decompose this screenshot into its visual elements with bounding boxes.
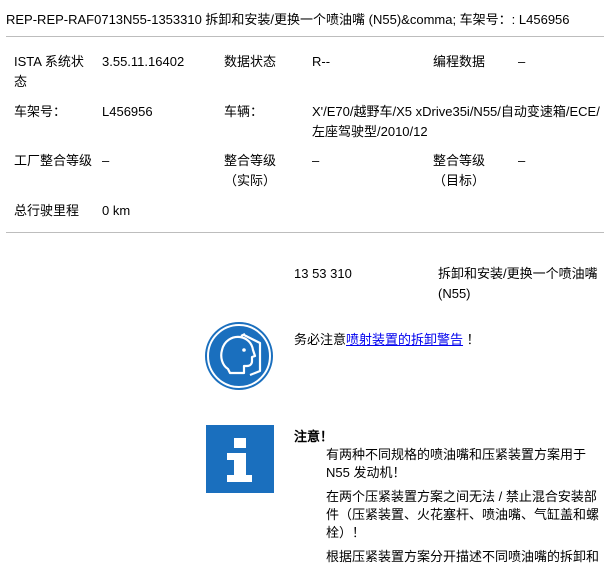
ista-label: ISTA 系统状态 — [14, 54, 84, 89]
face-shield-icon — [204, 321, 274, 391]
target-level-value: – — [518, 153, 526, 168]
actual-level-label: 整合等级（实际） — [224, 153, 277, 188]
ista-value: 3.55.11.16402 — [102, 54, 185, 69]
note-paragraph-2: 在两个压紧装置方案之间无法 / 禁止混合安装部件（压紧装置、火花塞杆、喷油嘴、气… — [326, 489, 600, 540]
note-paragraph-3: 根据压紧装置方案分开描述不同喷油嘴的拆卸和安装。 — [326, 549, 600, 564]
note-title: 注意！ — [294, 429, 334, 444]
header-divider — [6, 36, 604, 37]
factory-level-label: 工厂整合等级 — [14, 153, 93, 168]
vehicle-label: 车辆： — [224, 104, 264, 119]
document-title: REP-REP-RAF0713N55-1353310 拆卸和安装/更换一个喷油嘴… — [6, 12, 570, 27]
mileage-label: 总行驶里程 — [14, 203, 80, 218]
target-level-label: 整合等级（目标） — [433, 153, 486, 188]
note-paragraph-1: 有两种不同规格的喷油嘴和压紧装置方案用于 N55 发动机！ — [326, 447, 587, 480]
warning-suffix: ！ — [466, 332, 480, 347]
vin-value: L456956 — [102, 104, 153, 119]
factory-level-value: – — [102, 153, 110, 168]
document-number: 13 53 310 — [294, 266, 352, 281]
vehicle-value: X'/E70/越野车/X5 xDrive35i/N55/自动变速箱/ECE/左座… — [312, 104, 600, 139]
programming-data-label: 编程数据 — [433, 54, 486, 69]
info-icon — [206, 425, 274, 493]
info-divider — [6, 232, 604, 233]
warning-prefix: 务必注意 — [294, 332, 347, 347]
actual-level-value: – — [312, 153, 320, 168]
programming-data-value: – — [518, 54, 526, 69]
document-heading-text: 拆卸和安装/更换一个喷油嘴 (N55) — [438, 266, 598, 301]
vin-label: 车架号： — [14, 104, 67, 119]
document-heading: 拆卸和安装/更换一个喷油嘴 (N55) — [438, 264, 604, 304]
data-status-label: 数据状态 — [224, 54, 277, 69]
warning-text: 务必注意喷射装置的拆卸警告 ！ — [294, 330, 480, 350]
data-status-value: R-- — [312, 54, 331, 69]
injector-removal-warning-link[interactable]: 喷射装置的拆卸警告 — [346, 332, 463, 347]
mileage-value: 0 km — [102, 203, 131, 218]
